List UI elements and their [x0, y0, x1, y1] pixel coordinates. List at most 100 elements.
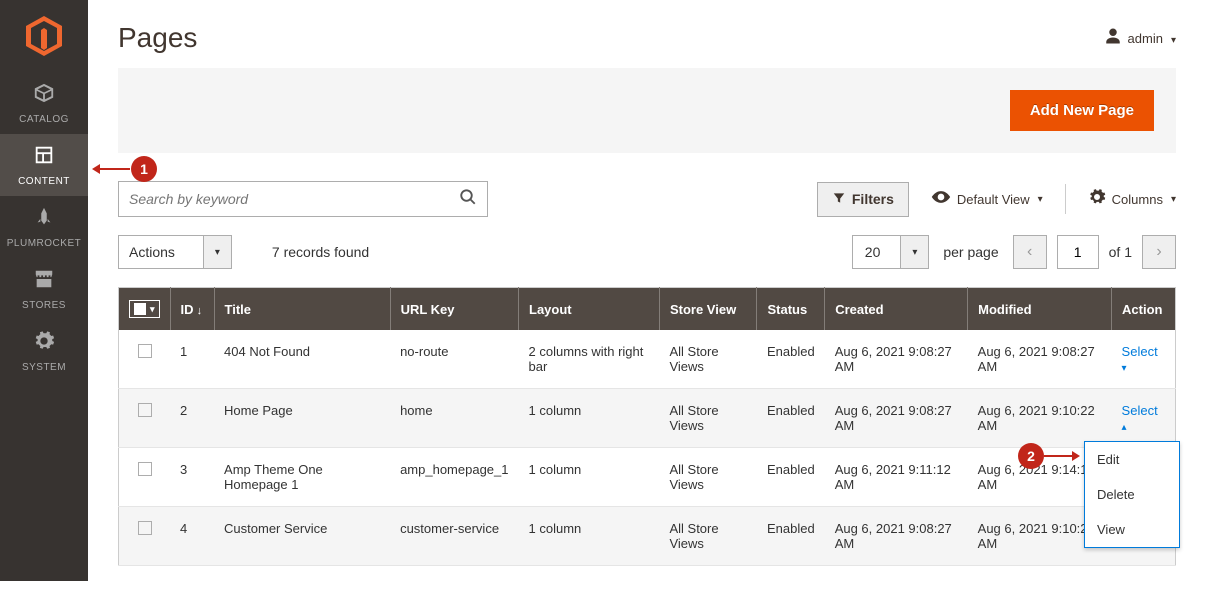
th-id[interactable]: ID [170, 288, 214, 331]
gear-icon [33, 330, 55, 358]
records-found: 7 records found [272, 244, 369, 260]
pager-next-button[interactable]: › [1142, 235, 1176, 269]
row-created: Aug 6, 2021 9:08:27 AM [825, 330, 968, 389]
pager-page-input[interactable] [1057, 235, 1099, 269]
filters-button[interactable]: Filters [817, 182, 909, 217]
per-page-label: per page [943, 244, 998, 260]
sidebar-item-label: CATALOG [19, 114, 69, 125]
row-checkbox[interactable] [138, 344, 152, 358]
per-page-dropdown[interactable]: 20 [852, 235, 930, 269]
th-action: Action [1112, 288, 1176, 331]
view-label: Default View [957, 192, 1030, 207]
user-dropdown[interactable]: admin [1104, 27, 1176, 50]
sidebar-item-system[interactable]: SYSTEM [0, 320, 88, 382]
row-status: Enabled [757, 507, 825, 566]
th-url-key[interactable]: URL Key [390, 288, 518, 331]
row-created: Aug 6, 2021 9:08:27 AM [825, 507, 968, 566]
search-icon[interactable] [459, 188, 477, 211]
sidebar-item-plumrocket[interactable]: PLUMROCKET [0, 196, 88, 258]
row-title: 404 Not Found [214, 330, 390, 389]
row-modified: Aug 6, 2021 9:08:27 AM [968, 330, 1112, 389]
user-icon [1104, 27, 1122, 50]
row-created: Aug 6, 2021 9:08:27 AM [825, 389, 968, 448]
row-status: Enabled [757, 330, 825, 389]
th-select-all[interactable] [119, 288, 171, 331]
columns-dropdown[interactable]: Columns [1088, 188, 1176, 211]
add-new-page-button[interactable]: Add New Page [1010, 90, 1154, 131]
search-input[interactable] [129, 191, 459, 207]
row-created: Aug 6, 2021 9:11:12 AM [825, 448, 968, 507]
rocket-icon [33, 206, 55, 234]
table-row[interactable]: 1404 Not Foundno-route2 columns with rig… [119, 330, 1176, 389]
row-layout: 2 columns with right bar [519, 330, 660, 389]
controls-row-2: Actions 7 records found 20 per page ‹ of… [118, 235, 1176, 269]
row-id: 1 [170, 330, 214, 389]
row-checkbox[interactable] [138, 403, 152, 417]
row-id: 2 [170, 389, 214, 448]
sidebar-item-label: SYSTEM [22, 362, 66, 373]
th-layout[interactable]: Layout [519, 288, 660, 331]
row-store-view: All Store Views [659, 389, 757, 448]
row-layout: 1 column [519, 507, 660, 566]
row-store-view: All Store Views [659, 448, 757, 507]
row-action-cell: Select [1112, 389, 1176, 448]
actions-dropdown[interactable]: Actions [118, 235, 232, 269]
pager-prev-button[interactable]: ‹ [1013, 235, 1047, 269]
right-controls-2: 20 per page ‹ of 1 › [852, 235, 1176, 269]
row-url-key: customer-service [390, 507, 518, 566]
per-page-value: 20 [853, 236, 901, 268]
filter-icon [832, 191, 846, 208]
page-header: Pages admin [118, 0, 1176, 68]
sidebar-item-label: STORES [22, 300, 66, 311]
row-action-select[interactable]: Select [1122, 403, 1158, 433]
sidebar-item-catalog[interactable]: CATALOG [0, 72, 88, 134]
th-title[interactable]: Title [214, 288, 390, 331]
eye-icon [931, 187, 951, 212]
row-layout: 1 column [519, 448, 660, 507]
sidebar-item-content[interactable]: CONTENT [0, 134, 88, 196]
actions-label: Actions [119, 236, 203, 268]
row-store-view: All Store Views [659, 507, 757, 566]
th-modified[interactable]: Modified [968, 288, 1112, 331]
annotation-badge-2: 2 [1018, 443, 1044, 469]
user-name: admin [1128, 31, 1163, 46]
divider [1065, 184, 1066, 214]
row-checkbox[interactable] [138, 462, 152, 476]
gear-icon [1088, 188, 1106, 211]
sidebar-item-stores[interactable]: STORES [0, 258, 88, 320]
action-menu-delete[interactable]: Delete [1085, 477, 1179, 512]
row-action-select[interactable]: Select [1122, 344, 1158, 374]
annotation-arrow-1 [100, 168, 130, 170]
row-status: Enabled [757, 389, 825, 448]
left-controls-2: Actions 7 records found [118, 235, 369, 269]
caret-down-icon[interactable] [203, 236, 231, 268]
caret-down-icon[interactable] [900, 236, 928, 268]
th-store-view[interactable]: Store View [659, 288, 757, 331]
caret-down-icon [1169, 31, 1176, 46]
action-bar: Add New Page [118, 68, 1176, 153]
action-menu-view[interactable]: View [1085, 512, 1179, 547]
row-url-key: amp_homepage_1 [390, 448, 518, 507]
pager: ‹ of 1 › [1013, 235, 1176, 269]
th-status[interactable]: Status [757, 288, 825, 331]
table-row[interactable]: 3Amp Theme One Homepage 1amp_homepage_11… [119, 448, 1176, 507]
row-checkbox[interactable] [138, 521, 152, 535]
sort-desc-icon [194, 302, 203, 317]
right-controls-1: Filters Default View Columns [817, 182, 1176, 217]
table-row[interactable]: 2Home Pagehome1 columnAll Store ViewsEna… [119, 389, 1176, 448]
action-menu-edit[interactable]: Edit [1085, 442, 1179, 477]
row-action-cell: Select [1112, 330, 1176, 389]
magento-logo[interactable] [0, 0, 88, 72]
table-row[interactable]: 4Customer Servicecustomer-service1 colum… [119, 507, 1176, 566]
row-checkbox-cell [119, 330, 171, 389]
sidebar-item-label: PLUMROCKET [7, 238, 81, 249]
admin-sidebar: CATALOG CONTENT PLUMROCKET STORES SYSTEM [0, 0, 88, 581]
row-layout: 1 column [519, 389, 660, 448]
cube-icon [33, 82, 55, 110]
row-title: Customer Service [214, 507, 390, 566]
default-view-dropdown[interactable]: Default View [931, 187, 1043, 212]
row-title: Amp Theme One Homepage 1 [214, 448, 390, 507]
th-created[interactable]: Created [825, 288, 968, 331]
table-wrapper: ID Title URL Key Layout Store View Statu… [118, 287, 1176, 566]
sidebar-item-label: CONTENT [18, 176, 70, 187]
